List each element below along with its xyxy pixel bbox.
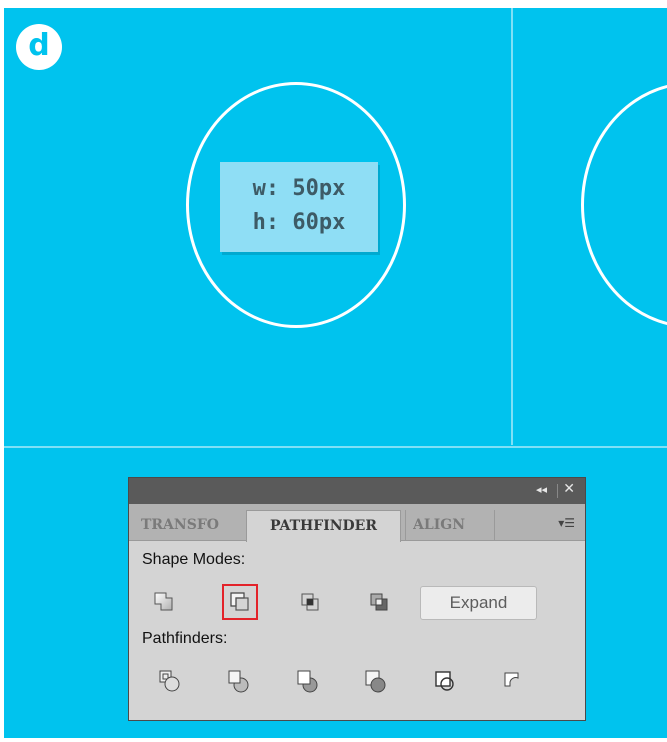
width-label: w: 50px: [252, 176, 346, 201]
dimension-label: w: 50px h: 60px: [220, 162, 378, 252]
tab-divider: [494, 510, 495, 540]
merge-button[interactable]: [289, 663, 325, 699]
unite-icon: [154, 592, 173, 611]
minus-back-button[interactable]: [495, 663, 531, 699]
trim-button[interactable]: [220, 663, 256, 699]
divide-icon: [159, 670, 180, 692]
crop-button[interactable]: [357, 663, 393, 699]
outline-button[interactable]: [427, 663, 463, 699]
guide-vertical: [511, 8, 513, 445]
tab-transform[interactable]: TRANSFO: [141, 510, 244, 540]
divide-button[interactable]: [152, 663, 188, 699]
pathfinders-label: Pathfinders:: [142, 630, 228, 647]
panel-menu-icon[interactable]: ▾☰: [558, 516, 575, 530]
pathfinder-panel: ◂◂ ✕ TRANSFO PATHFINDER ALIGN ▾☰ Shape M…: [128, 477, 586, 721]
exclude-button[interactable]: [361, 584, 397, 620]
minus-back-icon: [504, 672, 519, 687]
panel-tabs: TRANSFO PATHFINDER ALIGN ▾☰: [129, 504, 585, 542]
titlebar-divider: [557, 484, 558, 498]
tab-divider: [405, 510, 406, 540]
outline-icon: [435, 671, 454, 691]
unite-button[interactable]: [146, 584, 182, 620]
exclude-icon: [370, 593, 388, 611]
height-label: h: 60px: [252, 210, 346, 235]
shape-modes-label: Shape Modes:: [142, 551, 246, 568]
ellipse-shape-partial[interactable]: [581, 82, 667, 328]
intersect-button[interactable]: [292, 584, 328, 620]
trim-icon: [228, 670, 249, 693]
guide-horizontal: [4, 446, 667, 448]
collapse-icon[interactable]: ◂◂: [536, 483, 547, 496]
step-badge: d: [16, 24, 62, 70]
minus-front-button[interactable]: [222, 584, 258, 620]
merge-icon: [297, 670, 318, 693]
expand-button[interactable]: Expand: [420, 586, 537, 620]
minus-front-icon: [230, 592, 249, 611]
panel-titlebar[interactable]: ◂◂ ✕: [129, 478, 585, 504]
tab-align[interactable]: ALIGN: [413, 510, 503, 540]
tab-pathfinder[interactable]: PATHFINDER: [246, 510, 401, 542]
crop-icon: [365, 670, 386, 693]
intersect-icon: [301, 593, 319, 611]
close-icon[interactable]: ✕: [563, 481, 575, 497]
